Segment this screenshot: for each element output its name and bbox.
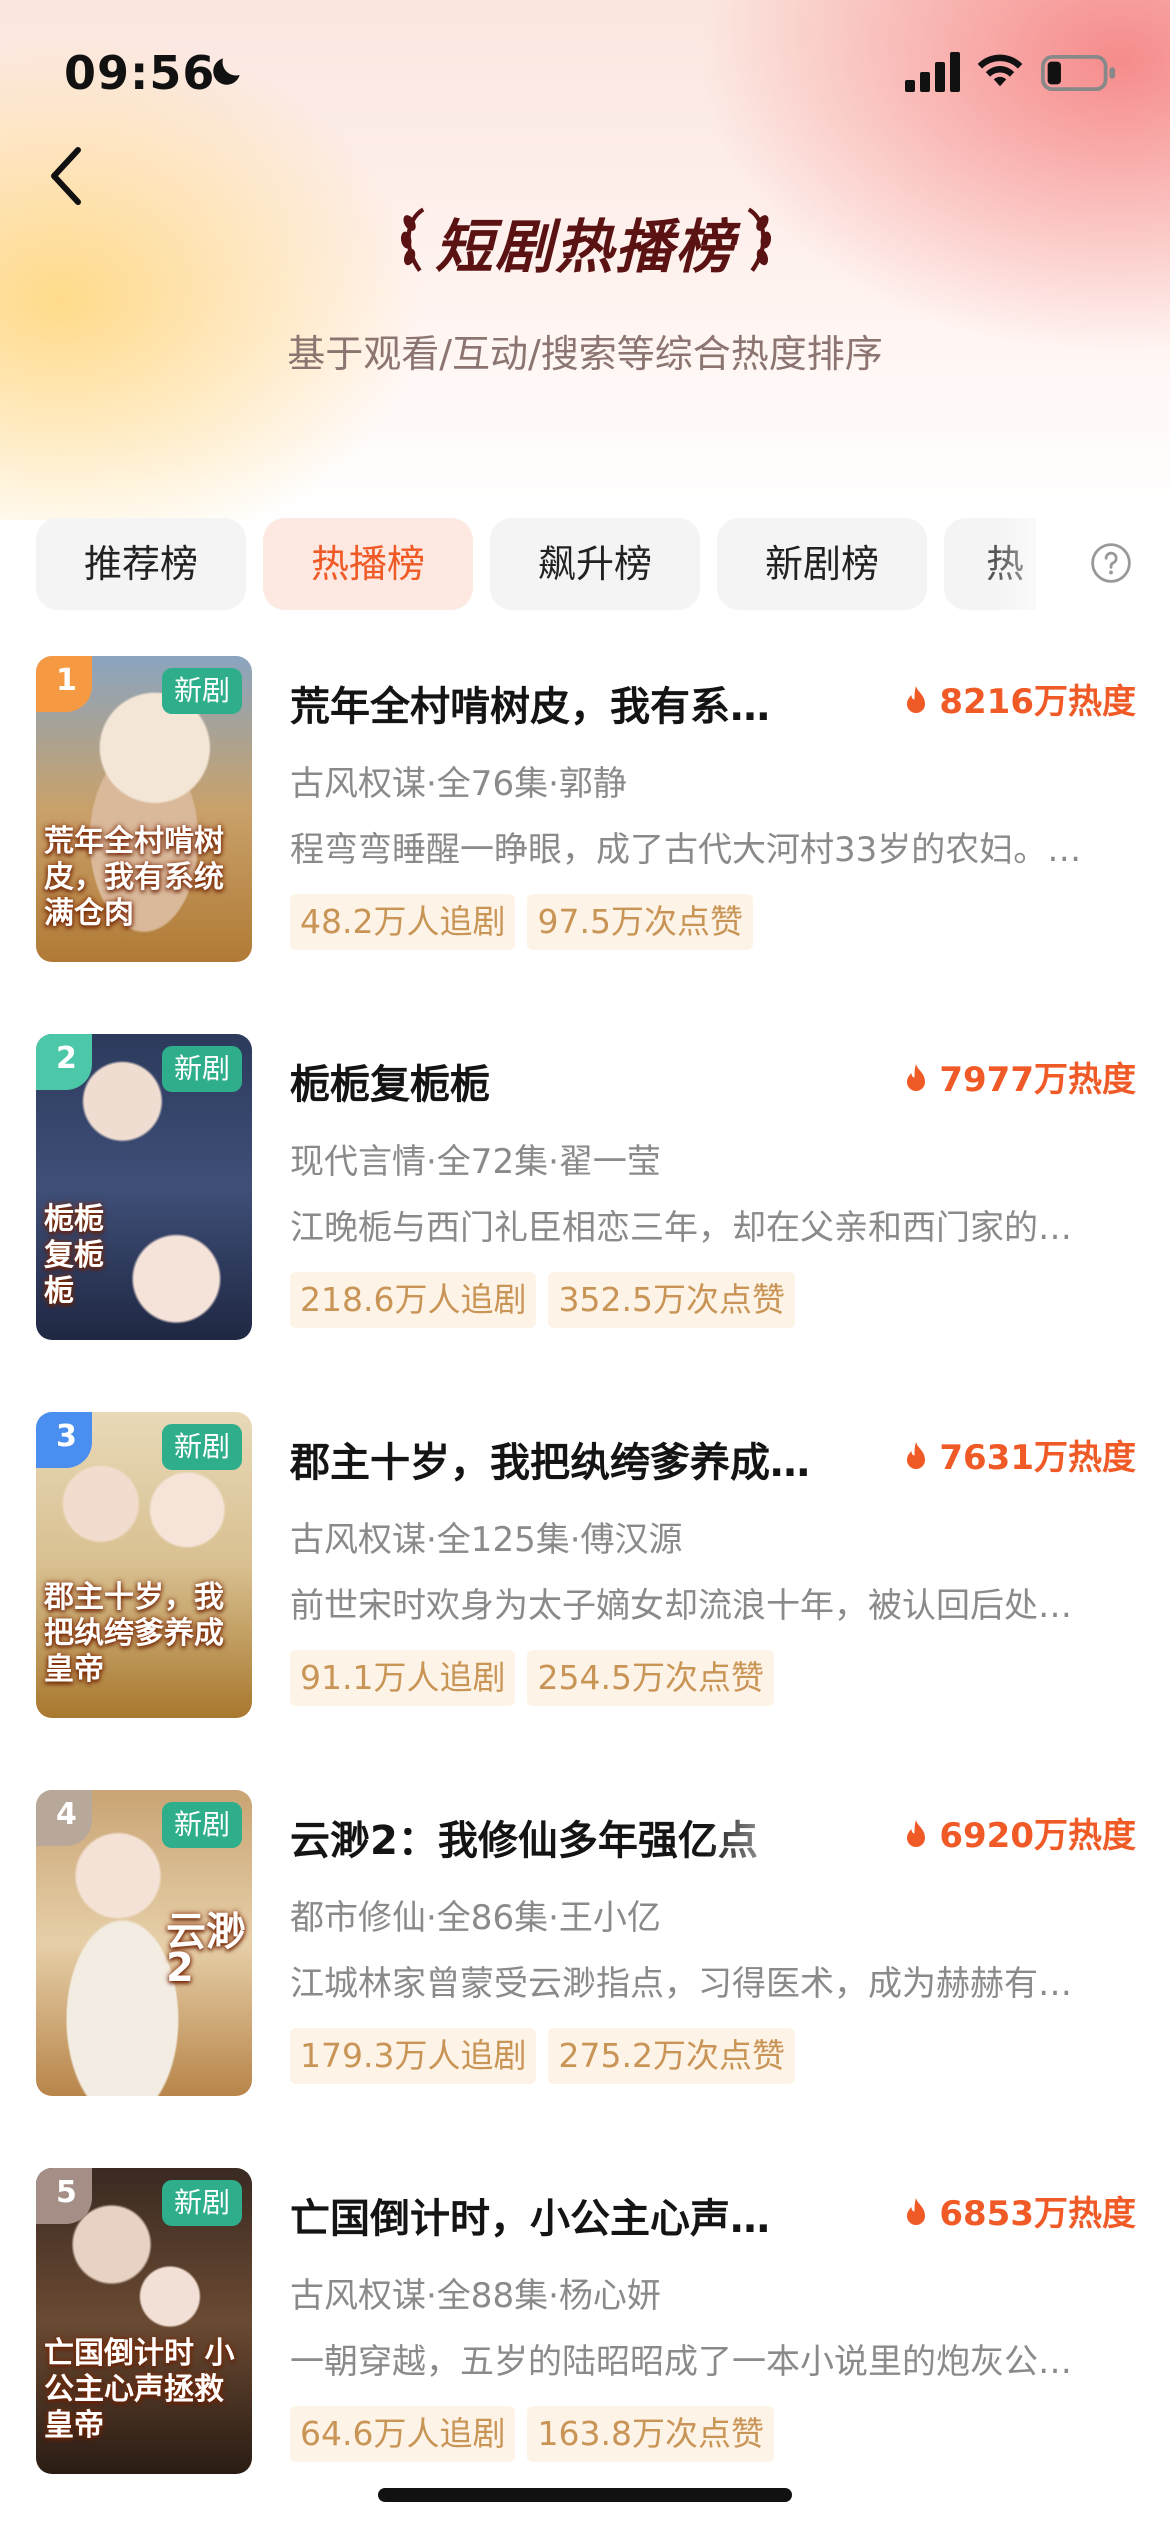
new-badge: 新剧 [161,1046,242,1092]
tab-new[interactable]: 新剧榜 [717,518,927,610]
drama-cover[interactable]: 荒年全村啃树皮，我有系统满仓肉 1 新剧 [36,656,252,962]
list-item[interactable]: 亡国倒计时 小公主心声拯救皇帝 5 新剧 亡国倒计时，小公主心声… 6853万热… [36,2168,1136,2532]
heat-value: 6853万热度 [939,2194,1136,2234]
rank-badge: 4 [36,1790,92,1846]
list-item[interactable]: 云渺2 4 新剧 云渺2：我修仙多年强亿点 6920万热度 都市修仙·全86集·… [36,1790,1136,2168]
cover-title-art: 云渺2 [166,1909,246,1991]
flame-icon [907,686,926,713]
tab-recommend[interactable]: 推荐榜 [36,518,246,610]
list-item[interactable]: 栀栀复栀栀 2 新剧 栀栀复栀栀 7977万热度 现代言情·全72集·翟一莹 江… [36,1034,1136,1412]
ranking-tabs: 推荐榜 热播榜 飙升榜 新剧榜热 [36,518,1036,610]
moon-icon [213,58,240,85]
drama-meta: 古风权谋·全76集·郭静 [290,764,627,804]
cover-title-art: 栀栀复栀栀 [44,1202,104,1309]
list-item[interactable]: 荒年全村啃树皮，我有系统满仓肉 1 新剧 荒年全村啃树皮，我有系… 8216万热… [36,656,1136,1034]
drama-title: 云渺2：我修仙多年强亿点 [290,1818,758,1864]
flame-icon [907,1064,926,1091]
drama-description: 一朝穿越，五岁的陆昭昭成了一本小说里的炮灰公… [290,2342,1072,2382]
flame-icon [907,2198,926,2225]
heat-score: 6920万热度 [903,1808,1136,1857]
flame-icon [907,1820,926,1847]
drama-meta: 现代言情·全72集·翟一莹 [290,1142,661,1182]
back-icon[interactable] [46,146,86,206]
list-item[interactable]: 郡主十岁，我把纨绔爹养成皇帝 3 新剧 郡主十岁，我把纨绔爹养成… 7631万热… [36,1412,1136,1790]
cover-title-art: 郡主十岁，我把纨绔爹养成皇帝 [44,1580,224,1687]
drama-title: 亡国倒计时，小公主心声… [290,2196,770,2242]
heat-score: 7977万热度 [903,1052,1136,1101]
status-time: 09:56 [64,46,216,100]
heat-value: 8216万热度 [939,682,1136,722]
new-badge: 新剧 [161,668,242,714]
drama-meta: 都市修仙·全86集·王小亿 [290,1898,661,1938]
followers-chip: 179.3万人追剧 [290,2028,537,2084]
heat-value: 7631万热度 [939,1438,1136,1478]
likes-chip: 97.5万次点赞 [527,894,753,950]
cover-title-art: 荒年全村啃树皮，我有系统满仓肉 [44,824,224,931]
cellular-signal-icon [905,52,960,92]
help-icon[interactable] [1090,542,1132,584]
followers-chip: 91.1万人追剧 [290,1650,516,1706]
drama-description: 江城林家曾蒙受云渺指点，习得医术，成为赫赫有… [290,1964,1072,2004]
new-badge: 新剧 [161,1802,242,1848]
drama-cover[interactable]: 郡主十岁，我把纨绔爹养成皇帝 3 新剧 [36,1412,252,1718]
followers-chip: 218.6万人追剧 [290,1272,537,1328]
heat-value: 6920万热度 [939,1816,1136,1856]
heat-score: 8216万热度 [903,674,1136,723]
likes-chip: 254.5万次点赞 [527,1650,774,1706]
drama-title: 栀栀复栀栀 [290,1062,490,1108]
drama-cover[interactable]: 栀栀复栀栀 2 新剧 [36,1034,252,1340]
tab-hot-play[interactable]: 热播榜 [263,518,473,610]
drama-cover[interactable]: 云渺2 4 新剧 [36,1790,252,2096]
drama-list: 荒年全村啃树皮，我有系统满仓肉 1 新剧 荒年全村啃树皮，我有系… 8216万热… [36,656,1136,2532]
cover-title-art: 亡国倒计时 小公主心声拯救皇帝 [44,2336,235,2443]
home-indicator[interactable] [378,2488,792,2502]
rank-badge: 1 [36,656,92,712]
followers-chip: 48.2万人追剧 [290,894,516,950]
tab-more[interactable]: 热 [944,518,1036,610]
heat-value: 7977万热度 [939,1060,1136,1100]
new-badge: 新剧 [161,2180,242,2226]
page-subtitle: 基于观看/互动/搜索等综合热度排序 [287,332,883,376]
rank-badge: 2 [36,1034,92,1090]
rank-badge: 3 [36,1412,92,1468]
drama-description: 前世宋时欢身为太子嫡女却流浪十年，被认回后处… [290,1586,1072,1626]
page-title: 短剧热播榜 [434,213,735,281]
new-badge: 新剧 [161,1424,242,1470]
drama-meta: 古风权谋·全125集·傅汉源 [290,1520,683,1560]
likes-chip: 163.8万次点赞 [527,2406,774,2462]
likes-chip: 352.5万次点赞 [548,1272,795,1328]
flame-icon [907,1442,926,1469]
laurel-right-icon [747,207,772,272]
followers-chip: 64.6万人追剧 [290,2406,516,2462]
drama-meta: 古风权谋·全88集·杨心妍 [290,2276,661,2316]
tab-rising[interactable]: 飙升榜 [490,518,700,610]
wifi-icon [977,54,1023,87]
drama-title: 荒年全村啃树皮，我有系… [290,684,770,730]
rank-badge: 5 [36,2168,92,2224]
drama-description: 程弯弯睡醒一睁眼，成了古代大河村33岁的农妇。… [290,830,1082,870]
heat-score: 6853万热度 [903,2186,1136,2235]
heat-score: 7631万热度 [903,1430,1136,1479]
drama-title: 郡主十岁，我把纨绔爹养成… [290,1440,810,1486]
status-bar: 09:56 [0,0,1170,140]
drama-cover[interactable]: 亡国倒计时 小公主心声拯救皇帝 5 新剧 [36,2168,252,2474]
likes-chip: 275.2万次点赞 [548,2028,795,2084]
drama-description: 江晚栀与西门礼臣相恋三年，却在父亲和西门家的… [290,1208,1072,1248]
battery-icon [1041,54,1116,92]
